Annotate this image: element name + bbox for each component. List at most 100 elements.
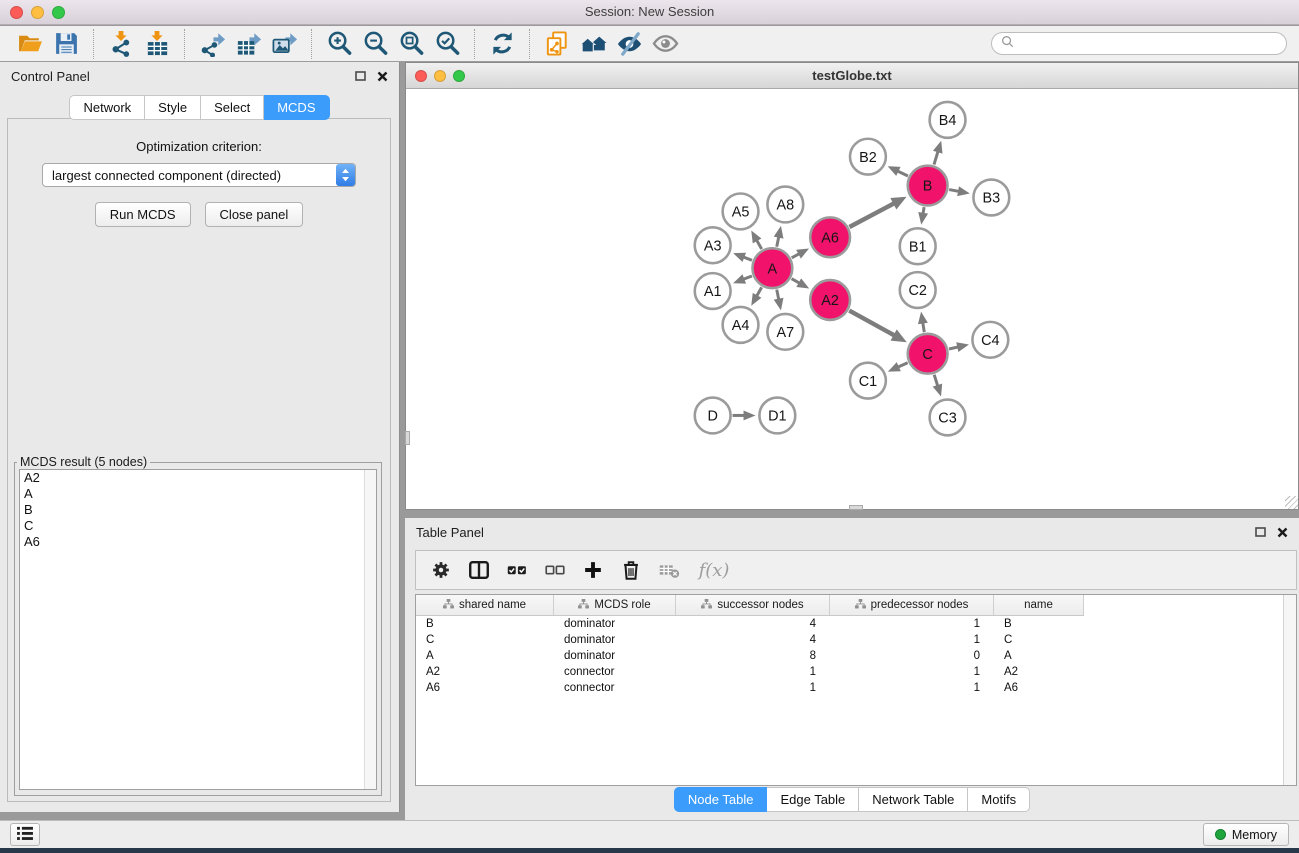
cell-name[interactable]: B: [994, 618, 1084, 630]
graph-edge-C-C2[interactable]: [918, 312, 928, 332]
export-network-button[interactable]: [194, 28, 230, 60]
deselect-all-rows-button[interactable]: [539, 554, 570, 586]
graph-edge-A2-C[interactable]: [849, 311, 906, 343]
column-visibility-button[interactable]: [463, 554, 494, 586]
cell-successor-nodes[interactable]: 4: [676, 618, 830, 630]
cell-shared-name[interactable]: B: [416, 618, 554, 630]
graph-node-B2[interactable]: B2: [850, 139, 886, 175]
cell-successor-nodes[interactable]: 1: [676, 666, 830, 678]
cell-successor-nodes[interactable]: 8: [676, 650, 830, 662]
open-session-button[interactable]: [12, 28, 48, 60]
graph-edge-A-A2[interactable]: [792, 278, 810, 288]
graph-edge-A6-B[interactable]: [849, 197, 906, 227]
cell-shared-name[interactable]: A2: [416, 666, 554, 678]
memory-button[interactable]: Memory: [1203, 823, 1289, 846]
search-box[interactable]: [991, 32, 1287, 55]
zoom-fit-button[interactable]: [393, 28, 429, 60]
result-list-item[interactable]: A: [20, 486, 376, 502]
cell-predecessor-nodes[interactable]: 1: [830, 666, 994, 678]
graph-node-B1[interactable]: B1: [900, 228, 936, 264]
graph-edge-B-B1[interactable]: [918, 207, 928, 224]
column-header-name[interactable]: name: [994, 595, 1084, 615]
graph-node-A2[interactable]: A2: [810, 280, 850, 320]
table-settings-button[interactable]: [425, 554, 456, 586]
graph-edge-A-A1[interactable]: [733, 274, 752, 283]
graph-node-C2[interactable]: C2: [900, 272, 936, 308]
tab-mcds[interactable]: MCDS: [264, 95, 329, 120]
export-image-button[interactable]: [266, 28, 302, 60]
zoom-out-button[interactable]: [357, 28, 393, 60]
cell-predecessor-nodes[interactable]: 1: [830, 634, 994, 646]
graph-edge-A-A5[interactable]: [751, 231, 761, 250]
cell-predecessor-nodes[interactable]: 0: [830, 650, 994, 662]
network-canvas[interactable]: B4B2BB3A8A5A6B1A3AA1C2A2A4A7C4CC1C3DD1: [407, 90, 1297, 508]
task-history-button[interactable]: [10, 823, 40, 846]
table-row[interactable]: A6connector11A6: [416, 680, 1296, 696]
graph-edge-C-C4[interactable]: [949, 342, 969, 352]
graph-node-A7[interactable]: A7: [767, 314, 803, 350]
tab-style[interactable]: Style: [145, 95, 201, 120]
graph-node-C3[interactable]: C3: [930, 400, 966, 436]
network-graph[interactable]: B4B2BB3A8A5A6B1A3AA1C2A2A4A7C4CC1C3DD1: [407, 90, 1297, 508]
graph-node-B4[interactable]: B4: [930, 102, 966, 138]
zoom-selected-button[interactable]: [429, 28, 465, 60]
graph-node-A4[interactable]: A4: [723, 307, 759, 343]
cell-name[interactable]: C: [994, 634, 1084, 646]
column-header-predecessor-nodes[interactable]: predecessor nodes: [830, 595, 994, 615]
graph-edge-B-B3[interactable]: [949, 186, 970, 196]
graph-node-C4[interactable]: C4: [972, 322, 1008, 358]
tab-network[interactable]: Network: [69, 95, 145, 120]
graph-node-C1[interactable]: C1: [850, 363, 886, 399]
cell-mcds-role[interactable]: connector: [554, 682, 676, 694]
close-window-button[interactable]: [10, 6, 23, 19]
frame-grip-bottom[interactable]: [849, 505, 863, 510]
cell-shared-name[interactable]: C: [416, 634, 554, 646]
cell-mcds-role[interactable]: connector: [554, 666, 676, 678]
tab-network-table[interactable]: Network Table: [859, 787, 968, 812]
graph-edge-C-C1[interactable]: [888, 362, 908, 371]
graph-edge-C-C3[interactable]: [933, 375, 942, 397]
cell-shared-name[interactable]: A: [416, 650, 554, 662]
import-network-button[interactable]: [103, 28, 139, 60]
maximize-window-button[interactable]: [52, 6, 65, 19]
select-all-rows-button[interactable]: [501, 554, 532, 586]
result-list-scrollbar[interactable]: [364, 470, 376, 789]
column-header-shared-name[interactable]: shared name: [416, 595, 554, 615]
cell-successor-nodes[interactable]: 1: [676, 682, 830, 694]
network-minimize-button[interactable]: [434, 70, 446, 82]
tab-node-table[interactable]: Node Table: [674, 787, 768, 812]
table-row[interactable]: A2connector11A2: [416, 664, 1296, 680]
cell-successor-nodes[interactable]: 4: [676, 634, 830, 646]
zoom-in-button[interactable]: [321, 28, 357, 60]
frame-resize-handle[interactable]: [1285, 496, 1298, 509]
first-neighbors-button[interactable]: [575, 28, 611, 60]
column-header-mcds-role[interactable]: MCDS role: [554, 595, 676, 615]
graph-edge-B-B2[interactable]: [888, 166, 908, 176]
graph-edge-A-A7[interactable]: [774, 290, 784, 311]
table-row[interactable]: Bdominator41B: [416, 616, 1296, 632]
tab-motifs[interactable]: Motifs: [968, 787, 1030, 812]
graph-node-B3[interactable]: B3: [973, 180, 1009, 216]
delete-column-button[interactable]: [615, 554, 646, 586]
export-table-button[interactable]: [230, 28, 266, 60]
graph-node-C[interactable]: C: [908, 334, 948, 374]
graph-edge-B-B4[interactable]: [933, 141, 943, 165]
table-scrollbar[interactable]: [1283, 595, 1296, 785]
graph-edge-A-A3[interactable]: [733, 253, 752, 262]
cell-mcds-role[interactable]: dominator: [554, 650, 676, 662]
graph-node-A5[interactable]: A5: [723, 194, 759, 230]
graph-node-A[interactable]: A: [752, 248, 792, 288]
graph-node-D1[interactable]: D1: [759, 398, 795, 434]
result-list-item[interactable]: A6: [20, 534, 376, 550]
cell-name[interactable]: A: [994, 650, 1084, 662]
run-mcds-button[interactable]: Run MCDS: [95, 202, 191, 227]
graph-node-A8[interactable]: A8: [767, 187, 803, 223]
import-table-button[interactable]: [139, 28, 175, 60]
cell-shared-name[interactable]: A6: [416, 682, 554, 694]
graph-edge-D-D1[interactable]: [733, 410, 756, 420]
graph-node-D[interactable]: D: [695, 398, 731, 434]
float-panel-icon[interactable]: [355, 71, 366, 82]
result-list-item[interactable]: B: [20, 502, 376, 518]
float-table-panel-icon[interactable]: [1255, 527, 1266, 538]
table-row[interactable]: Cdominator41C: [416, 632, 1296, 648]
